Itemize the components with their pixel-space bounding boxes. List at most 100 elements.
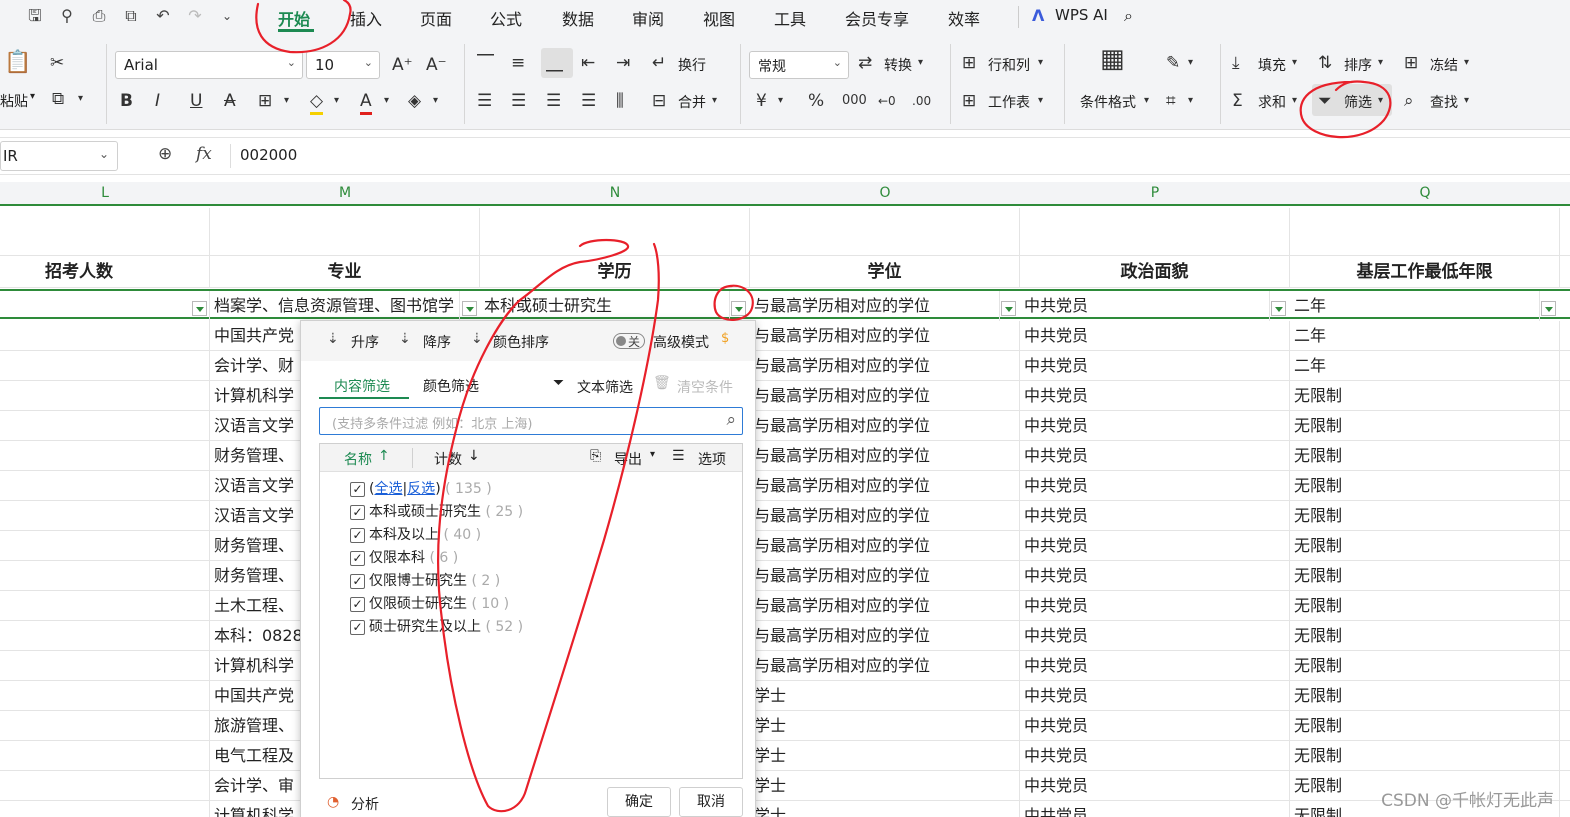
table-cell[interactable] — [0, 741, 210, 771]
table-cell[interactable] — [0, 591, 210, 621]
align-right-icon[interactable]: ☰ — [546, 90, 561, 112]
menu-tools[interactable]: 工具 — [774, 6, 806, 30]
table-cell[interactable]: 中共党员 — [1020, 501, 1290, 531]
table-cell[interactable]: 中共党员 — [1020, 651, 1290, 681]
table-cell[interactable] — [0, 381, 210, 411]
font-shrink-icon[interactable]: A⁻ — [426, 54, 447, 76]
advanced-mode-label[interactable]: 高级模式 — [653, 332, 709, 352]
fx-icon[interactable]: fx — [196, 144, 212, 164]
export-icon[interactable]: ⎘ — [590, 448, 601, 464]
col-count-header[interactable]: 计数 — [434, 449, 462, 469]
clear-conditions-button[interactable]: 清空条件 — [677, 377, 733, 397]
export-button[interactable]: 导出 — [614, 449, 642, 469]
table-cell[interactable]: 无限制 — [1290, 591, 1560, 621]
tab-content-filter[interactable]: 内容筛选 — [334, 376, 390, 396]
filter-dropdown-icon[interactable] — [1271, 301, 1286, 316]
table-cell[interactable]: 中共党员 — [1020, 351, 1290, 381]
cancel-button[interactable]: 取消 — [679, 787, 743, 817]
ok-button[interactable]: 确定 — [607, 787, 671, 817]
table-cell[interactable]: 无限制 — [1290, 681, 1560, 711]
fill-icon[interactable]: ⤓ — [1232, 52, 1240, 74]
font-color-icon[interactable]: A — [360, 90, 372, 115]
filter-label[interactable]: 筛选 — [1344, 92, 1372, 112]
tab-color-filter[interactable]: 颜色筛选 — [423, 376, 479, 396]
table-cell[interactable]: 二年 — [1290, 351, 1560, 381]
text-filter-button[interactable]: 文本筛选 — [577, 377, 633, 397]
filter-cell[interactable]: 本科或硕士研究生 — [480, 291, 730, 321]
table-cell[interactable] — [0, 441, 210, 471]
clear-format-icon[interactable]: ◈ — [408, 90, 421, 112]
decimal-increase-icon[interactable]: ←0 — [878, 90, 896, 112]
table-cell[interactable]: 与最高学历相对应的学位 — [750, 621, 1020, 651]
table-cell[interactable]: 中共党员 — [1020, 681, 1290, 711]
table-cell[interactable]: 无限制 — [1290, 411, 1560, 441]
menu-home[interactable]: 开始 — [278, 6, 310, 30]
border-chevron-icon[interactable]: ▾ — [284, 90, 289, 112]
fill-chevron-icon[interactable]: ▾ — [1292, 52, 1297, 74]
table-cell[interactable]: 与最高学历相对应的学位 — [750, 531, 1020, 561]
header-cell[interactable]: 政治面貌 — [1020, 256, 1290, 288]
number-format-select[interactable]: 常规 ⌄ — [749, 51, 849, 79]
table-cell[interactable]: 无限制 — [1290, 651, 1560, 681]
col-name-header[interactable]: 名称 — [344, 449, 372, 469]
checkbox[interactable]: ✓ — [350, 550, 365, 566]
filter-item[interactable]: ✓ 仅限本科 ( 6 ) — [350, 547, 458, 567]
undo-icon[interactable]: ↶ — [152, 5, 174, 27]
sort-down-icon[interactable]: ↓ — [468, 448, 480, 464]
table-cell[interactable]: 与最高学历相对应的学位 — [750, 651, 1020, 681]
sum-label[interactable]: 求和 — [1258, 92, 1286, 112]
table-cell[interactable]: 二年 — [1290, 321, 1560, 351]
sort-icon[interactable]: ⇅ — [1318, 52, 1332, 74]
table-cell[interactable]: 中共党员 — [1020, 531, 1290, 561]
table-cell[interactable] — [0, 351, 210, 381]
wrap-text-label[interactable]: 换行 — [678, 55, 706, 75]
redo-icon[interactable]: ↷ — [184, 5, 206, 27]
clear-chevron-icon[interactable]: ▾ — [433, 90, 438, 112]
worksheet-label[interactable]: 工作表 — [988, 92, 1030, 112]
menu-efficiency[interactable]: 效率 — [948, 6, 980, 30]
filter-item[interactable]: ✓ 本科或硕士研究生 ( 25 ) — [350, 501, 523, 521]
checkbox[interactable]: ✓ — [350, 504, 365, 520]
table-cell[interactable]: 与最高学历相对应的学位 — [750, 321, 1020, 351]
print-preview-icon[interactable]: ⧉ — [120, 5, 142, 27]
find-label[interactable]: 查找 — [1430, 92, 1458, 112]
sort-up-icon[interactable]: ↑ — [378, 448, 390, 464]
table-cell[interactable]: 中共党员 — [1020, 801, 1290, 817]
zoom-icon[interactable]: ⊕ — [158, 144, 172, 164]
table-cell[interactable] — [0, 471, 210, 501]
underline-icon[interactable]: U — [190, 90, 202, 112]
table-cell[interactable]: 中共党员 — [1020, 561, 1290, 591]
worksheet-chevron-icon[interactable]: ▾ — [1038, 90, 1043, 112]
style-chevron-icon[interactable]: ▾ — [1188, 52, 1193, 74]
col-header-q[interactable]: Q — [1290, 185, 1560, 201]
justify-icon[interactable]: ☰ — [581, 90, 596, 112]
paste-label[interactable]: 粘贴 — [0, 91, 28, 111]
freeze-icon[interactable]: ⊞ — [1404, 52, 1418, 74]
paste-chevron-icon[interactable]: ▾ — [30, 91, 35, 102]
indent-increase-icon[interactable]: ⇥ — [616, 52, 630, 74]
table-cell[interactable]: 与最高学历相对应的学位 — [750, 441, 1020, 471]
cond-format-chevron-icon[interactable]: ▾ — [1144, 90, 1149, 112]
find-icon[interactable]: ⌕ — [1404, 90, 1414, 112]
menu-review[interactable]: 审阅 — [632, 6, 664, 30]
checkbox[interactable]: ✓ — [350, 619, 365, 635]
table-cell[interactable] — [0, 651, 210, 681]
select-all-link[interactable]: 全选 — [374, 481, 402, 497]
table-cell[interactable] — [0, 681, 210, 711]
menu-wps-ai[interactable]: WPS AI — [1055, 6, 1108, 24]
table-cell[interactable] — [0, 711, 210, 741]
more-chevron-icon[interactable]: ⌄ — [216, 5, 238, 27]
filter-cell[interactable]: 二年 — [1290, 291, 1540, 321]
table-cell[interactable] — [0, 531, 210, 561]
align-top-icon[interactable]: ⎺ — [477, 52, 494, 74]
table-cell[interactable] — [0, 501, 210, 531]
menu-formula[interactable]: 公式 — [490, 6, 522, 30]
align-left-icon[interactable]: ☰ — [477, 90, 492, 112]
fill-label[interactable]: 填充 — [1258, 55, 1286, 75]
analysis-button[interactable]: 分析 — [351, 794, 379, 814]
italic-icon[interactable]: I — [155, 90, 160, 112]
table-cell[interactable]: 与最高学历相对应的学位 — [750, 501, 1020, 531]
print-icon[interactable]: ⎙ — [88, 5, 110, 27]
merge-chevron-icon[interactable]: ▾ — [712, 90, 717, 112]
filter-dropdown-icon[interactable] — [1001, 301, 1016, 316]
